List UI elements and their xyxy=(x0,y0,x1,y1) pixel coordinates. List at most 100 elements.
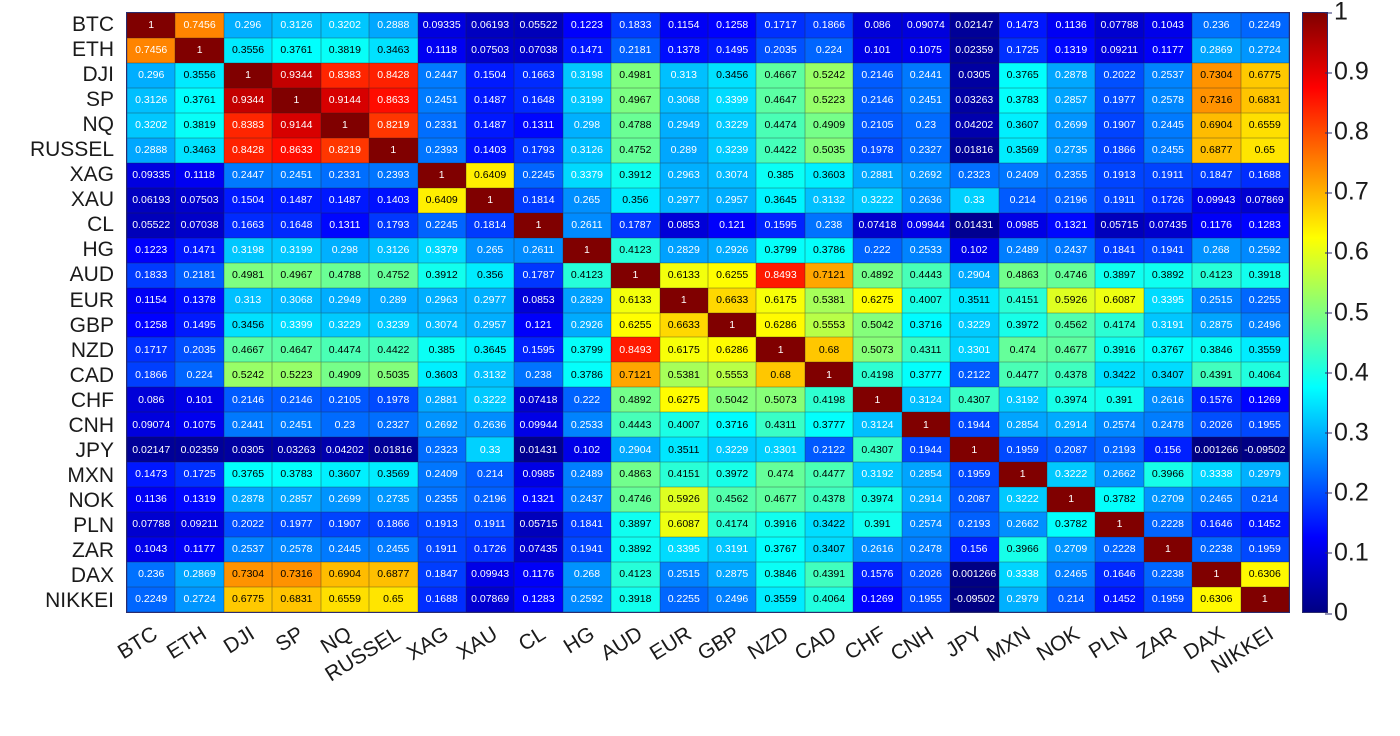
heatmap-cell: 0.6286 xyxy=(756,312,805,338)
heatmap-cell: 0.2355 xyxy=(1046,162,1096,188)
heatmap-cell: 0.2574 xyxy=(901,512,951,538)
heatmap-cell: 0.09335 xyxy=(127,162,176,188)
heatmap-cell: 0.3407 xyxy=(1143,362,1193,388)
heatmap-cell: 0.2441 xyxy=(901,62,951,88)
heatmap-cell: 1 xyxy=(901,412,951,438)
heatmap-cell: 0.4443 xyxy=(901,262,951,288)
heatmap-cell: 0.2881 xyxy=(853,162,902,188)
heatmap-cell: 0.1726 xyxy=(465,537,515,563)
heatmap-cell: 0.09944 xyxy=(514,412,563,438)
heatmap-cell: 0.3229 xyxy=(950,312,999,338)
heatmap-cell: 0.4422 xyxy=(369,337,418,363)
heatmap-cell: 0.2662 xyxy=(1095,462,1144,488)
heatmap-cell: 0.4007 xyxy=(659,412,708,438)
heatmap-cell: 0.4378 xyxy=(1046,362,1096,388)
heatmap-cell: 0.2963 xyxy=(417,287,466,313)
heatmap-cell: 0.7456 xyxy=(127,37,176,63)
heatmap-cell: 0.2035 xyxy=(756,37,805,63)
heatmap-cell: -0.09502 xyxy=(1240,437,1289,463)
heatmap-cell: 1 xyxy=(465,187,515,213)
heatmap-cell: 0.2709 xyxy=(1143,487,1193,513)
heatmap-cell: 0.214 xyxy=(1240,487,1289,513)
heatmap-cell: 0.1978 xyxy=(369,387,418,413)
heatmap-cell: 0.6559 xyxy=(320,587,370,612)
heatmap-cell: 0.2478 xyxy=(1143,412,1193,438)
heatmap-cell: 0.001266 xyxy=(950,562,999,588)
heatmap-cell: 0.4378 xyxy=(804,487,854,513)
heatmap-cell: 1 xyxy=(417,162,466,188)
heatmap-cell: 0.3765 xyxy=(223,462,273,488)
heatmap-cell: 0.68 xyxy=(804,337,854,363)
heatmap-cell: 0.3407 xyxy=(804,537,854,563)
heatmap-cell: 0.1258 xyxy=(127,312,176,338)
heatmap-cell: 0.102 xyxy=(950,237,999,263)
heatmap-cell: 0.1321 xyxy=(1046,212,1096,238)
heatmap-cell: 0.3202 xyxy=(127,112,176,138)
heatmap-cell: 0.6775 xyxy=(223,587,273,612)
heatmap-cell: 0.5035 xyxy=(369,362,418,388)
heatmap-cell: 0.4477 xyxy=(804,462,854,488)
heatmap-cell: 0.2949 xyxy=(320,287,370,313)
y-axis-label-nok: NOK xyxy=(68,488,114,512)
heatmap-cell: 0.238 xyxy=(804,212,854,238)
heatmap-cell: 0.1911 xyxy=(417,537,466,563)
heatmap-cell: -0.09502 xyxy=(950,587,999,612)
heatmap-cell: 0.3645 xyxy=(465,337,515,363)
heatmap-cell: 1 xyxy=(514,212,563,238)
heatmap-cell: 0.4909 xyxy=(804,112,854,138)
heatmap-cell: 0.4422 xyxy=(756,137,805,163)
heatmap-cell: 0.2592 xyxy=(562,587,612,612)
heatmap-cell: 0.1283 xyxy=(514,587,563,612)
y-axis-label-btc: BTC xyxy=(72,13,114,37)
heatmap-cell: 0.2829 xyxy=(562,287,612,313)
heatmap-cell: 0.2496 xyxy=(1240,312,1289,338)
heatmap-cell: 0.1223 xyxy=(562,13,612,38)
heatmap-cell: 0.2255 xyxy=(1240,287,1289,313)
heatmap-cell: 0.298 xyxy=(562,112,612,138)
heatmap-cell: 0.6306 xyxy=(1240,562,1289,588)
heatmap-cell: 1 xyxy=(175,37,224,63)
heatmap-cell: 0.2979 xyxy=(998,587,1047,612)
heatmap-cell: 0.8633 xyxy=(369,87,418,113)
heatmap-cell: 0.1269 xyxy=(853,587,902,612)
heatmap-cell: 0.1793 xyxy=(369,212,418,238)
heatmap-cell: 0.5073 xyxy=(853,337,902,363)
heatmap-cell: 0.2196 xyxy=(1046,187,1096,213)
heatmap-cell: 0.2949 xyxy=(659,112,708,138)
heatmap-cell: 0.4311 xyxy=(901,337,951,363)
heatmap-cell: 0.5042 xyxy=(853,312,902,338)
heatmap-cell: 0.01431 xyxy=(950,212,999,238)
x-axis-tick-labels: BTC ETH DJI SP NQ RUSSEL XAG XAU CL HG AUD EUR GBP NZ… xyxy=(114,613,1290,736)
heatmap-cell: 0.3068 xyxy=(272,287,321,313)
heatmap-cell: 0.4064 xyxy=(1240,362,1289,388)
y-axis-label-zar: ZAR xyxy=(72,539,114,562)
heatmap-cell: 0.1043 xyxy=(1143,13,1193,38)
heatmap-cell: 0.6087 xyxy=(1095,287,1144,313)
heatmap-cell: 0.1576 xyxy=(1192,387,1241,413)
heatmap-cell: 0.2692 xyxy=(901,162,951,188)
heatmap-cell: 0.2327 xyxy=(901,137,951,163)
heatmap-cell: 0.65 xyxy=(369,587,418,612)
heatmap-cell: 0.33 xyxy=(465,437,515,463)
heatmap-cell: 0.4892 xyxy=(853,262,902,288)
heatmap-cell: 0.3379 xyxy=(562,162,612,188)
heatmap-cell: 0.3912 xyxy=(417,262,466,288)
y-axis-label-sp: SP xyxy=(85,88,114,112)
heatmap-cell: 0.1487 xyxy=(272,187,321,213)
heatmap-cell: 0.3777 xyxy=(901,362,951,388)
heatmap-cell: 0.2735 xyxy=(1046,137,1096,163)
heatmap-cell: 0.6133 xyxy=(611,287,660,313)
heatmap-cell: 0.3239 xyxy=(369,312,418,338)
heatmap-cell: 0.2709 xyxy=(1046,537,1096,563)
heatmap-cell: 0.3229 xyxy=(320,312,370,338)
heatmap-cell: 0.1941 xyxy=(1143,237,1193,263)
heatmap-cell: 0.1154 xyxy=(127,287,176,313)
heatmap-cell: 0.2445 xyxy=(1143,112,1193,138)
heatmap-cell: 1 xyxy=(1192,562,1241,588)
x-axis-label-text: HG xyxy=(559,622,599,659)
y-axis-label-cl: CL xyxy=(87,213,114,237)
heatmap-cell: 0.2854 xyxy=(901,462,951,488)
x-axis-label-text: XAG xyxy=(403,622,453,666)
heatmap-cell: 0.1471 xyxy=(562,37,612,63)
heatmap-cell: 0.121 xyxy=(514,312,563,338)
